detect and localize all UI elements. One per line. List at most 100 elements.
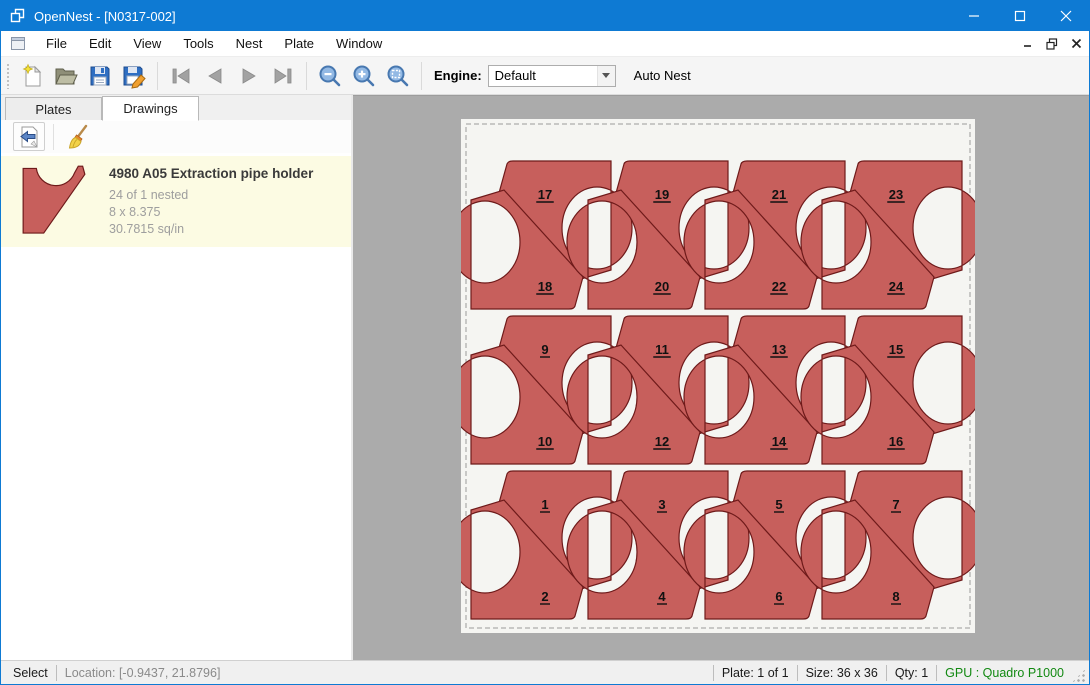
tab-drawings[interactable]: Drawings: [102, 96, 199, 121]
engine-label: Engine:: [434, 68, 482, 83]
go-previous-icon: [202, 63, 228, 89]
menu-nest[interactable]: Nest: [225, 32, 274, 55]
engine-selected-value: Default: [489, 68, 597, 83]
drawings-toolbar: [1, 120, 351, 153]
panel-tabs: Plates Drawings: [1, 95, 351, 120]
part-number-label: 24: [889, 279, 904, 294]
window-title: OpenNest - [N0317-002]: [34, 9, 176, 24]
nest-svg: 171819202122232491011121314151612345678: [461, 119, 975, 633]
close-button[interactable]: [1043, 1, 1089, 31]
child-close-icon: [1071, 38, 1082, 49]
part-number-label: 5: [775, 497, 782, 512]
left-panel: Plates Drawings: [1, 95, 353, 660]
save-icon: [87, 63, 113, 89]
drawing-nested-count: 24 of 1 nested: [109, 187, 313, 204]
part-number-label: 10: [538, 434, 552, 449]
part-number-label: 15: [889, 342, 903, 357]
part-number-label: 12: [655, 434, 669, 449]
part-number-label: 2: [541, 589, 548, 604]
part-thumbnail-shape: [23, 166, 85, 233]
previous-plate-button[interactable]: [198, 60, 232, 92]
part-number-label: 8: [892, 589, 899, 604]
zoom-extents-icon: [385, 63, 411, 89]
first-plate-button[interactable]: [164, 60, 198, 92]
part-number-label: 13: [772, 342, 786, 357]
part-number-label: 16: [889, 434, 903, 449]
zoom-extents-button[interactable]: [381, 60, 415, 92]
save-as-button[interactable]: [117, 60, 151, 92]
part-number-label: 17: [538, 187, 552, 202]
last-plate-button[interactable]: [266, 60, 300, 92]
toolbar-separator: [421, 62, 422, 90]
zoom-in-button[interactable]: [347, 60, 381, 92]
part-number-label: 19: [655, 187, 669, 202]
toolbar-grip[interactable]: [6, 63, 11, 89]
resize-grip[interactable]: [1072, 669, 1086, 683]
plate[interactable]: 171819202122232491011121314151612345678: [461, 119, 975, 633]
status-mode: Select: [1, 666, 48, 680]
drawing-title: 4980 A05 Extraction pipe holder: [109, 166, 313, 181]
status-bar: Select Location: [-0.9437, 21.8796] Plat…: [1, 660, 1089, 684]
engine-select[interactable]: Default: [488, 65, 616, 87]
child-restore-button[interactable]: [1041, 33, 1063, 55]
child-close-button[interactable]: [1065, 33, 1087, 55]
menu-view[interactable]: View: [122, 32, 172, 55]
close-icon: [1060, 10, 1072, 22]
status-location: Location: [-0.9437, 21.8796]: [65, 666, 221, 680]
app-icon: [10, 8, 26, 24]
part-number-label: 14: [772, 434, 787, 449]
menu-edit[interactable]: Edit: [78, 32, 122, 55]
go-last-icon: [270, 63, 296, 89]
part-number-label: 6: [775, 589, 782, 604]
nest-canvas[interactable]: 171819202122232491011121314151612345678: [353, 95, 1089, 660]
auto-nest-button[interactable]: Auto Nest: [628, 64, 697, 87]
engine-dropdown-arrow[interactable]: [597, 66, 615, 86]
status-separator: [886, 665, 887, 681]
minimize-button[interactable]: [951, 1, 997, 31]
maximize-button[interactable]: [997, 1, 1043, 31]
minimize-icon: [968, 10, 980, 22]
panel-toolbar-separator: [53, 124, 54, 150]
zoom-out-icon: [317, 63, 343, 89]
open-button[interactable]: [49, 60, 83, 92]
zoom-out-button[interactable]: [313, 60, 347, 92]
part-number-label: 9: [541, 342, 548, 357]
new-document-icon: [19, 63, 45, 89]
tab-plates[interactable]: Plates: [5, 97, 102, 120]
status-plate: Plate: 1 of 1: [722, 666, 789, 680]
zoom-in-icon: [351, 63, 377, 89]
new-button[interactable]: [15, 60, 49, 92]
part-number-label: 18: [538, 279, 552, 294]
status-separator: [713, 665, 714, 681]
toolbar-separator: [157, 62, 158, 90]
menu-file[interactable]: File: [35, 32, 78, 55]
toolbar-separator: [306, 62, 307, 90]
menu-tools[interactable]: Tools: [172, 32, 224, 55]
app-window: OpenNest - [N0317-002] File Edit View To…: [0, 0, 1090, 685]
menu-window[interactable]: Window: [325, 32, 393, 55]
drawing-area: 30.7815 sq/in: [109, 221, 313, 238]
maximize-icon: [1014, 10, 1026, 22]
clean-button[interactable]: [62, 122, 94, 151]
status-qty: Qty: 1: [895, 666, 928, 680]
save-button[interactable]: [83, 60, 117, 92]
drawing-list-item[interactable]: 4980 A05 Extraction pipe holder 24 of 1 …: [1, 156, 351, 247]
part-number-label: 22: [772, 279, 786, 294]
part-number-label: 4: [658, 589, 666, 604]
save-as-icon: [121, 63, 147, 89]
part-number-label: 1: [541, 497, 548, 512]
open-folder-icon: [53, 63, 79, 89]
broom-icon: [65, 124, 91, 150]
menu-plate[interactable]: Plate: [273, 32, 325, 55]
part-thumbnail: [13, 164, 95, 236]
import-drawing-button[interactable]: [13, 122, 45, 151]
status-gpu: GPU : Quadro P1000: [945, 666, 1064, 680]
status-separator: [56, 665, 57, 681]
drawing-size: 8 x 8.375: [109, 204, 313, 221]
child-minimize-button[interactable]: [1017, 33, 1039, 55]
document-window-icon: [11, 37, 25, 50]
go-first-icon: [168, 63, 194, 89]
next-plate-button[interactable]: [232, 60, 266, 92]
status-separator: [797, 665, 798, 681]
child-minimize-icon: [1023, 38, 1034, 49]
